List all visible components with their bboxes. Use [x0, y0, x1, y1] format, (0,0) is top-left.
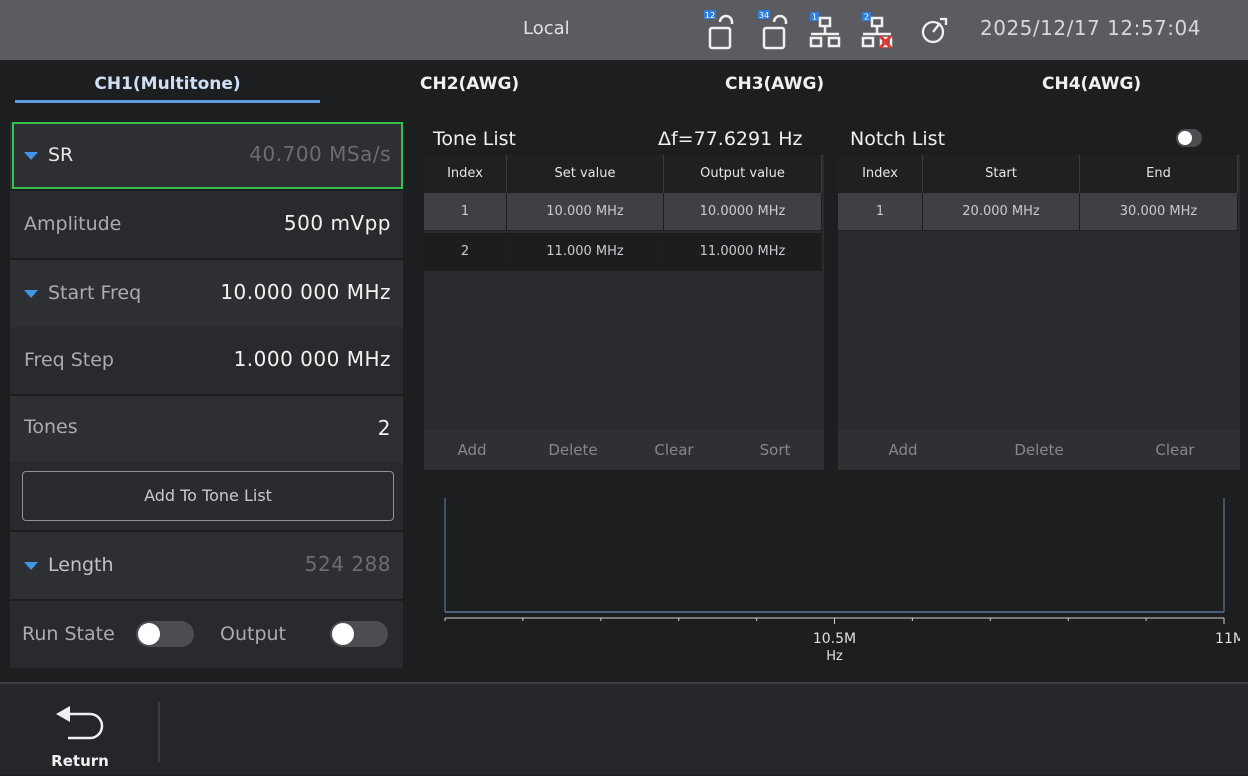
freq-step-row[interactable]: Freq Step 1.000 000 MHz: [10, 327, 403, 394]
badge-12: 12: [705, 11, 715, 20]
notch-list-title: Notch List: [850, 128, 946, 150]
add-to-tone-list-button[interactable]: Add To Tone List: [22, 471, 394, 521]
x-tick-label: 10.5M: [813, 631, 856, 647]
tone-delete-button[interactable]: Delete: [524, 430, 622, 470]
tone-sort-button[interactable]: Sort: [726, 430, 824, 470]
notch-row-1-start[interactable]: 20.000 MHz: [923, 193, 1080, 231]
freq-step-value: 1.000 000 MHz: [233, 347, 391, 371]
notch-list-toggle[interactable]: [1176, 129, 1202, 147]
tones-label: Tones: [24, 416, 78, 438]
return-label: Return: [51, 752, 109, 770]
bottom-bar: Return: [0, 682, 1248, 775]
tab-ch2[interactable]: CH2(AWG): [420, 74, 530, 94]
output-34-unlocked-icon[interactable]: 34: [756, 8, 790, 52]
spectrum-chart: 10.5M 11M Hz: [444, 498, 1240, 664]
notch-delete-button[interactable]: Delete: [974, 430, 1104, 470]
notch-col-end[interactable]: End: [1080, 155, 1238, 193]
tone-row-2-set[interactable]: 11.000 MHz: [507, 233, 664, 271]
notch-add-button[interactable]: Add: [838, 430, 968, 470]
expand-caret-icon: [24, 561, 38, 570]
badge-lan-2: 2: [864, 13, 869, 22]
tone-row-1-index[interactable]: 1: [424, 193, 507, 231]
notch-col-index[interactable]: Index: [838, 155, 923, 193]
notch-row-1-index[interactable]: 1: [838, 193, 923, 231]
expand-caret-icon: [24, 289, 38, 298]
delta-f-readout: Δf=77.6291 Hz: [658, 128, 803, 150]
sr-focus-border: [12, 122, 403, 189]
tone-col-index[interactable]: Index: [424, 155, 507, 193]
badge-34: 34: [759, 11, 769, 20]
tones-value: 2: [377, 416, 391, 440]
run-state-toggle[interactable]: [136, 621, 194, 647]
notch-clear-button[interactable]: Clear: [1110, 430, 1240, 470]
tones-row[interactable]: Tones 2: [10, 396, 403, 463]
tone-row-1-set[interactable]: 10.000 MHz: [507, 193, 664, 231]
tone-col-set-value[interactable]: Set value: [507, 155, 664, 193]
notch-col-start[interactable]: Start: [923, 155, 1080, 193]
remote-mode-label: Local: [523, 18, 570, 39]
length-value: 524 288: [304, 552, 391, 576]
tone-row-2-index[interactable]: 2: [424, 233, 507, 271]
start-freq-label: Start Freq: [48, 282, 142, 304]
amplitude-label: Amplitude: [24, 213, 122, 235]
length-row[interactable]: Length 524 288: [10, 532, 403, 599]
start-freq-value: 10.000 000 MHz: [220, 280, 391, 304]
x-axis-label: Hz: [826, 649, 843, 664]
datetime: 2025/12/17 12:57:04: [980, 16, 1201, 40]
tone-list-table: Index Set value Output value 1 10.000 MH…: [424, 155, 824, 430]
output-12-unlocked-icon[interactable]: 12: [702, 8, 736, 52]
return-button[interactable]: Return: [40, 696, 120, 776]
status-bar: Local 12 34 1 2 2025/12/17 12:57:04: [0, 0, 1248, 60]
channel-tabs: CH1(Multitone) CH2(AWG) CH3(AWG) CH4(AWG…: [0, 60, 1248, 112]
output-label: Output: [220, 623, 286, 645]
clock-sync-icon[interactable]: [918, 8, 952, 52]
tone-row-2-output[interactable]: 11.0000 MHz: [664, 233, 822, 271]
tone-col-output-value[interactable]: Output value: [664, 155, 822, 193]
run-output-row: Run State Output: [10, 601, 403, 668]
freq-step-label: Freq Step: [24, 349, 114, 371]
start-freq-row[interactable]: Start Freq 10.000 000 MHz: [10, 260, 403, 327]
notch-list-buttons: Add Delete Clear: [838, 430, 1240, 470]
divider: [158, 702, 160, 762]
output-toggle[interactable]: [330, 621, 388, 647]
tone-list-title: Tone List: [433, 128, 516, 150]
tone-add-button[interactable]: Add: [424, 430, 520, 470]
x-tick-label: 11M: [1215, 631, 1240, 647]
tone-list-buttons: Add Delete Clear Sort: [424, 430, 824, 470]
tone-row-1-output[interactable]: 10.0000 MHz: [664, 193, 822, 231]
active-tab-indicator: [15, 100, 320, 103]
lan-1-icon[interactable]: 1: [808, 8, 842, 52]
notch-list-table: Index Start End 1 20.000 MHz 30.000 MHz: [838, 155, 1240, 430]
run-state-label: Run State: [22, 623, 115, 645]
lan-2-disconnected-icon[interactable]: 2: [860, 8, 894, 52]
return-arrow-icon: [56, 706, 104, 740]
amplitude-row[interactable]: Amplitude 500 mVpp: [10, 191, 403, 258]
length-label: Length: [48, 554, 114, 576]
tab-ch1[interactable]: CH1(Multitone): [15, 74, 320, 94]
tab-ch3[interactable]: CH3(AWG): [725, 74, 835, 94]
amplitude-value: 500 mVpp: [283, 211, 391, 235]
badge-lan-1: 1: [812, 13, 817, 22]
tab-ch4[interactable]: CH4(AWG): [1042, 74, 1152, 94]
tone-clear-button[interactable]: Clear: [626, 430, 722, 470]
notch-row-1-end[interactable]: 30.000 MHz: [1080, 193, 1238, 231]
